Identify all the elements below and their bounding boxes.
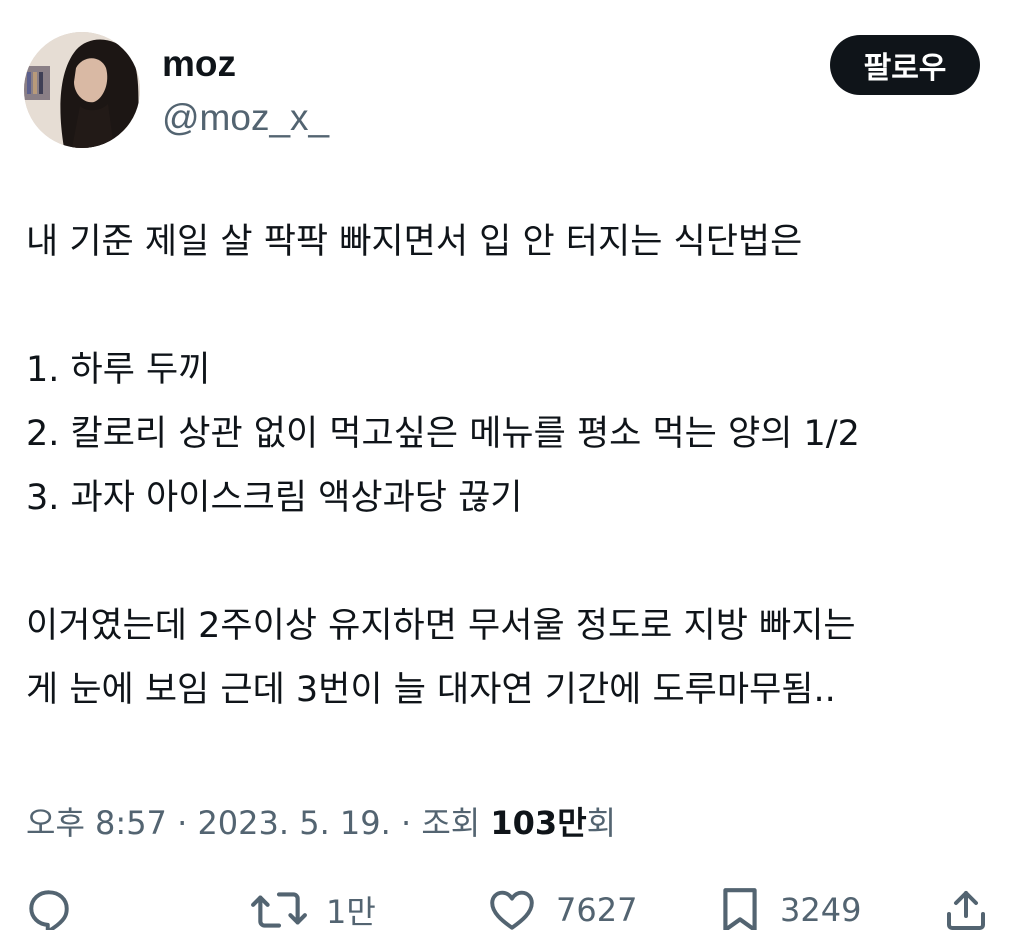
- avatar-image: [24, 32, 140, 148]
- tweet-text: 내 기준 제일 살 팍팍 빠지면서 입 안 터지는 식단법은 1. 하루 두끼 …: [26, 210, 1004, 722]
- bookmark-button[interactable]: 3249: [718, 882, 861, 930]
- reply-button[interactable]: [24, 882, 74, 930]
- bookmark-count: 3249: [780, 891, 862, 929]
- tweet-line: 3. 과자 아이스크림 액상과당 끊기: [26, 478, 523, 518]
- tweet-date[interactable]: 2023. 5. 19.: [197, 804, 390, 842]
- tweet-line: 내 기준 제일 살 팍팍 빠지면서 입 안 터지는 식단법은: [26, 222, 803, 262]
- like-count: 7627: [556, 891, 638, 929]
- views-suffix: 회: [586, 804, 617, 842]
- retweet-button[interactable]: 1만: [250, 882, 376, 930]
- retweet-count: 1만: [326, 893, 376, 930]
- share-icon: [947, 891, 985, 930]
- tweet-line: 이거였는데 2주이상 유지하면 무서울 정도로 지방 빠지는: [26, 606, 856, 646]
- meta-separator: ·: [177, 804, 188, 842]
- follow-button[interactable]: 팔로우: [830, 35, 980, 95]
- views-count: 103만: [490, 804, 587, 842]
- tweet-line: 1. 하루 두끼: [26, 350, 211, 390]
- tweet-line: 게 눈에 보임 근데 3번이 늘 대자연 기간에 도루마무됨..: [26, 670, 836, 710]
- user-names: moz @moz_x_: [162, 42, 329, 140]
- views-label: 조회: [421, 804, 481, 842]
- tweet-header: moz @moz_x_ 팔로우: [24, 32, 980, 148]
- user-handle[interactable]: @moz_x_: [162, 96, 329, 140]
- like-button[interactable]: 7627: [486, 882, 637, 930]
- meta-separator: ·: [400, 804, 412, 842]
- tweet-line: 2. 칼로리 상관 없이 먹고싶은 메뉴를 평소 먹는 양의 1/2: [26, 414, 860, 454]
- display-name[interactable]: moz: [162, 42, 329, 86]
- share-button[interactable]: [942, 882, 990, 930]
- retweet-icon: [251, 892, 307, 928]
- heart-icon: [490, 890, 534, 930]
- bookmark-icon: [723, 888, 757, 930]
- tweet-card: moz @moz_x_ 팔로우 내 기준 제일 살 팍팍 빠지면서 입 안 터지…: [0, 0, 1024, 930]
- tweet-time[interactable]: 오후 8:57: [26, 804, 167, 842]
- reply-icon: [29, 890, 69, 930]
- tweet-actions: 1만 7627 3249: [24, 882, 990, 930]
- tweet-meta: 오후 8:57 · 2023. 5. 19. · 조회 103만회: [26, 798, 616, 848]
- avatar[interactable]: [24, 32, 140, 148]
